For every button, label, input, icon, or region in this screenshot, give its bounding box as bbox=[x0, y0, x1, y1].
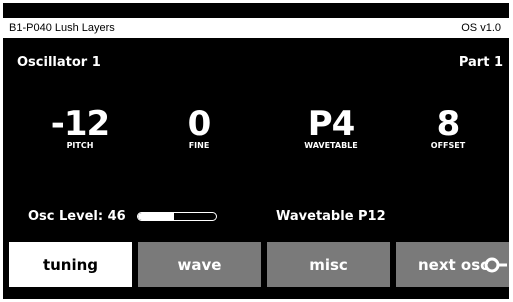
wavetable-label: WAVETABLE bbox=[304, 141, 358, 150]
osc-level-bar[interactable] bbox=[137, 212, 217, 221]
osc-level-text: Osc Level: 46 bbox=[28, 209, 126, 224]
fine-label: FINE bbox=[188, 141, 210, 150]
offset-label: OFFSET bbox=[430, 141, 466, 150]
wavetable-name: Wavetable P12 bbox=[276, 209, 386, 224]
osc-level-fill bbox=[138, 213, 174, 220]
wavetable-value: P4 bbox=[307, 104, 356, 144]
param-fine[interactable]: 0 FINE bbox=[151, 107, 247, 150]
param-offset[interactable]: 8 OFFSET bbox=[400, 107, 496, 150]
misc-button[interactable]: misc bbox=[267, 242, 390, 287]
device-screen: B1-P040 Lush Layers OS v1.0 Oscillator 1… bbox=[3, 3, 509, 299]
tuning-button[interactable]: tuning bbox=[9, 242, 132, 287]
pitch-value: -12 bbox=[50, 104, 110, 144]
encoder-knob-icon bbox=[484, 257, 507, 273]
part-label: Part 1 bbox=[458, 55, 503, 70]
pitch-label: PITCH bbox=[66, 141, 94, 150]
os-version: OS v1.0 bbox=[461, 22, 501, 34]
wave-button[interactable]: wave bbox=[138, 242, 261, 287]
offset-value: 8 bbox=[436, 104, 461, 144]
section-title: Oscillator 1 bbox=[17, 55, 101, 70]
fine-value: 0 bbox=[187, 104, 212, 144]
param-wavetable[interactable]: P4 WAVETABLE bbox=[283, 107, 379, 150]
preset-name: B1-P040 Lush Layers bbox=[9, 22, 115, 34]
param-pitch[interactable]: -12 PITCH bbox=[32, 107, 128, 150]
title-bar: B1-P040 Lush Layers OS v1.0 bbox=[3, 18, 509, 38]
